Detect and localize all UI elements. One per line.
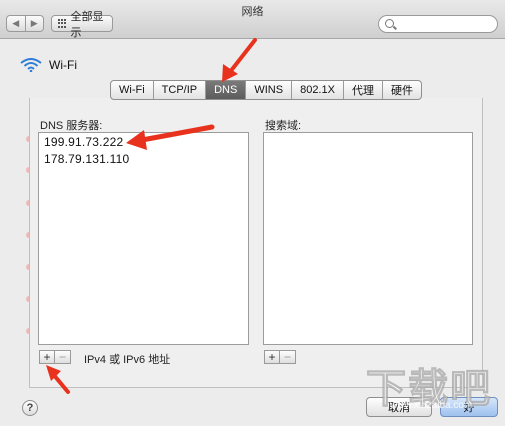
list-item[interactable]: 199.91.73.222 — [39, 133, 248, 150]
grid-icon — [58, 19, 66, 28]
search-domains-label: 搜索域: — [265, 120, 302, 132]
tab-8021x[interactable]: 802.1X — [292, 81, 344, 99]
nav-buttons: ◀ ▶ — [6, 15, 44, 32]
tab-bar: Wi-Fi TCP/IP DNS WINS 802.1X 代理 硬件 — [110, 80, 422, 100]
domain-add-remove: + − — [264, 350, 296, 364]
search-icon — [385, 19, 394, 28]
title-bar: 网络 ◀ ▶ 全部显示 — [0, 0, 505, 39]
tab-wifi[interactable]: Wi-Fi — [111, 81, 154, 99]
show-all-label: 全部显示 — [70, 10, 104, 39]
service-header: Wi-Fi — [20, 58, 77, 72]
watermark-url: www.xiazaiba.com — [390, 400, 473, 411]
tab-proxy[interactable]: 代理 — [344, 81, 383, 99]
wifi-icon — [20, 58, 42, 72]
tab-hardware[interactable]: 硬件 — [383, 81, 421, 99]
remove-dns-button[interactable]: − — [55, 350, 71, 364]
add-dns-button[interactable]: + — [39, 350, 55, 364]
remove-domain-button[interactable]: − — [280, 350, 296, 364]
list-item[interactable]: 178.79.131.110 — [39, 150, 248, 167]
back-button[interactable]: ◀ — [6, 15, 26, 32]
dns-server-list[interactable]: 199.91.73.222 178.79.131.110 — [38, 132, 249, 345]
service-name: Wi-Fi — [49, 58, 77, 72]
tab-tcpip[interactable]: TCP/IP — [154, 81, 207, 99]
search-domain-list[interactable] — [263, 132, 473, 345]
add-domain-button[interactable]: + — [264, 350, 280, 364]
dns-servers-label: DNS 服务器: — [40, 120, 103, 132]
tab-wins[interactable]: WINS — [246, 81, 293, 99]
tab-dns[interactable]: DNS — [206, 81, 247, 99]
show-all-button[interactable]: 全部显示 — [51, 11, 113, 39]
watermark-logo: 下载吧 www.xiazaiba.com — [362, 356, 502, 416]
forward-button[interactable]: ▶ — [25, 15, 44, 32]
search-input[interactable] — [378, 15, 498, 33]
dns-add-remove: + − — [39, 350, 71, 364]
dns-hint: IPv4 或 IPv6 地址 — [84, 354, 171, 366]
help-button[interactable]: ? — [22, 400, 38, 416]
